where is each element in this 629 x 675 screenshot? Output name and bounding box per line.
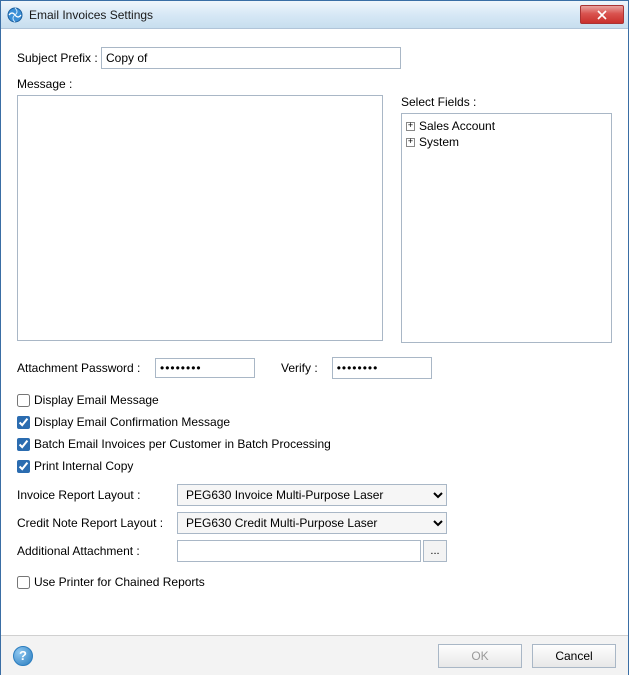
window-title: Email Invoices Settings bbox=[29, 8, 580, 22]
expand-icon[interactable] bbox=[406, 122, 415, 131]
ok-button[interactable]: OK bbox=[438, 644, 522, 668]
credit-layout-select[interactable]: PEG630 Credit Multi-Purpose Laser bbox=[177, 512, 447, 534]
subject-prefix-label: Subject Prefix : bbox=[17, 51, 101, 65]
display-email-confirmation-label: Display Email Confirmation Message bbox=[34, 415, 230, 429]
close-icon bbox=[597, 10, 607, 20]
print-internal-copy-label: Print Internal Copy bbox=[34, 459, 133, 473]
verify-label: Verify : bbox=[281, 361, 318, 375]
display-email-message-label: Display Email Message bbox=[34, 393, 159, 407]
subject-prefix-input[interactable] bbox=[101, 47, 401, 69]
tree-item-system[interactable]: System bbox=[404, 134, 609, 150]
expand-icon[interactable] bbox=[406, 138, 415, 147]
additional-attachment-input[interactable] bbox=[177, 540, 421, 562]
tree-item-label: Sales Account bbox=[419, 119, 495, 133]
message-label: Message : bbox=[17, 77, 612, 91]
message-textarea[interactable] bbox=[17, 95, 383, 341]
display-email-confirmation-checkbox[interactable] bbox=[17, 416, 30, 429]
batch-email-invoices-checkbox[interactable] bbox=[17, 438, 30, 451]
credit-layout-label: Credit Note Report Layout : bbox=[17, 516, 177, 530]
use-printer-chained-label: Use Printer for Chained Reports bbox=[34, 575, 205, 589]
help-icon: ? bbox=[19, 648, 27, 663]
invoice-layout-label: Invoice Report Layout : bbox=[17, 488, 177, 502]
select-fields-label: Select Fields : bbox=[401, 95, 612, 109]
help-button[interactable]: ? bbox=[13, 646, 33, 666]
titlebar: Email Invoices Settings bbox=[1, 1, 628, 29]
print-internal-copy-checkbox[interactable] bbox=[17, 460, 30, 473]
attachment-password-input[interactable] bbox=[155, 358, 255, 378]
use-printer-chained-checkbox[interactable] bbox=[17, 576, 30, 589]
invoice-layout-select[interactable]: PEG630 Invoice Multi-Purpose Laser bbox=[177, 484, 447, 506]
attachment-password-label: Attachment Password : bbox=[17, 361, 147, 375]
additional-attachment-label: Additional Attachment : bbox=[17, 544, 177, 558]
tree-item-label: System bbox=[419, 135, 459, 149]
dialog-footer: ? OK Cancel bbox=[1, 635, 628, 675]
fields-tree[interactable]: Sales Account System bbox=[401, 113, 612, 343]
close-button[interactable] bbox=[580, 5, 624, 24]
cancel-button[interactable]: Cancel bbox=[532, 644, 616, 668]
display-email-message-checkbox[interactable] bbox=[17, 394, 30, 407]
app-icon bbox=[7, 7, 23, 23]
dialog-content: Subject Prefix : Message : Select Fields… bbox=[1, 29, 628, 593]
batch-email-invoices-label: Batch Email Invoices per Customer in Bat… bbox=[34, 437, 331, 451]
verify-password-input[interactable] bbox=[332, 357, 432, 379]
browse-button[interactable]: ... bbox=[423, 540, 447, 562]
tree-item-sales-account[interactable]: Sales Account bbox=[404, 118, 609, 134]
